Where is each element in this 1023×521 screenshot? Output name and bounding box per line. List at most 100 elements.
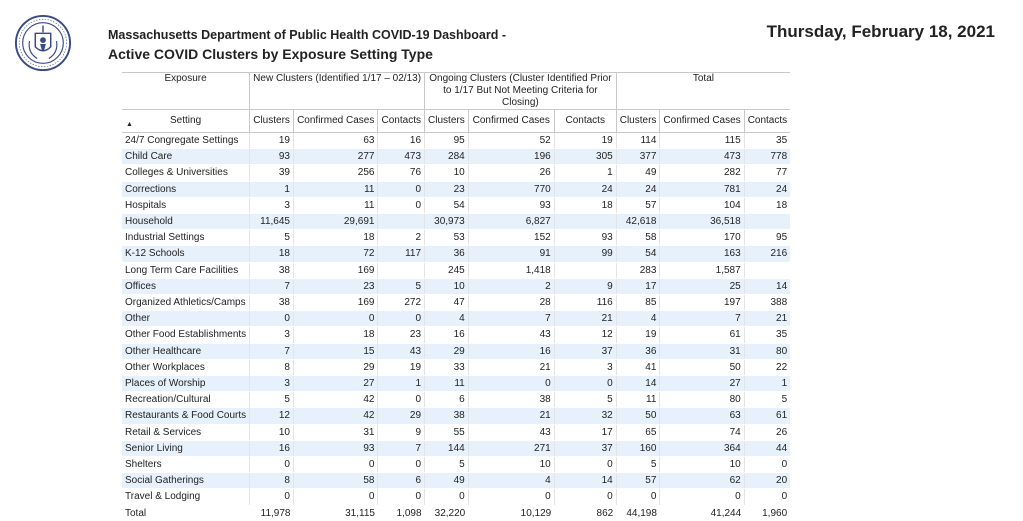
table-row[interactable]: Household 11,645 29,691 30,973 6,827 42,618 36… — [122, 213, 791, 231]
table-row[interactable]: Organized Athletics/Camps 38 169 272 47 28 116… — [122, 294, 791, 312]
table-cell: 7 — [249, 278, 294, 296]
table-cell: 77 — [743, 164, 791, 182]
table-cell: 16 — [377, 132, 425, 150]
table-cell: 8 — [249, 359, 294, 377]
table-cell: 781 — [659, 181, 745, 198]
table-row[interactable]: Child Care 93 277 473 284 196 305 377 473 778 — [122, 148, 791, 166]
table-cell: 41 — [615, 359, 660, 377]
column-header-setting[interactable]: Setting ▲ — [122, 109, 250, 133]
setting-name-cell: 24/7 Congregate Settings — [122, 132, 250, 150]
table-cell: 28 — [467, 294, 555, 312]
table-cell: 72 — [292, 245, 378, 263]
table-row[interactable]: 24/7 Congregate Settings 19 63 16 95 52 19 114 1… — [122, 132, 791, 150]
total-cell: Total — [122, 504, 250, 521]
table-cell — [743, 213, 791, 231]
table-cell: 43 — [377, 343, 425, 360]
total-cell: 32,220 — [424, 504, 469, 521]
setting-name-cell: Corrections — [122, 181, 250, 198]
table-row[interactable]: Industrial Settings 5 18 2 53 152 93 58 170 95 — [122, 229, 791, 247]
column-header-ongoing-clusters[interactable]: Clusters — [424, 109, 469, 133]
column-header-total-confirmed-cases[interactable]: Confirmed Cases — [659, 109, 745, 133]
table-row[interactable]: Social Gatherings 8 58 6 49 4 14 57 62 20 — [122, 472, 791, 490]
table-cell: 0 — [467, 488, 555, 506]
table-cell: 8 — [249, 472, 294, 490]
table-row[interactable]: Colleges & Universities 39 256 76 10 26 1 49 282… — [122, 164, 791, 182]
setting-name-cell: Senior Living — [122, 440, 250, 458]
table-cell: 152 — [467, 229, 555, 247]
table-row[interactable]: Other Healthcare 7 15 43 29 16 37 36 31 80 — [122, 343, 791, 360]
table-cell: 57 — [615, 472, 660, 490]
table-cell: 0 — [424, 488, 469, 506]
column-header-ongoing-contacts[interactable]: Contacts — [553, 109, 617, 133]
table-cell: 27 — [292, 375, 378, 393]
table-cell: 32 — [553, 407, 617, 425]
table-cell: 364 — [659, 440, 745, 458]
table-cell: 23 — [292, 278, 378, 296]
table-row[interactable]: Corrections 1 11 0 23 770 24 24 781 24 — [122, 181, 791, 198]
table-cell: 0 — [553, 488, 617, 506]
table-cell: 38 — [249, 294, 294, 312]
table-cell: 16 — [467, 343, 555, 360]
table-cell: 0 — [377, 391, 425, 409]
table-cell: 283 — [615, 262, 660, 279]
table-row[interactable]: K-12 Schools 18 72 117 36 91 99 54 163 216 — [122, 245, 791, 263]
table-cell: 16 — [424, 326, 469, 344]
table-cell: 21 — [743, 310, 791, 328]
setting-name-cell: Industrial Settings — [122, 229, 250, 247]
table-row[interactable]: Hospitals 3 11 0 54 93 18 57 104 18 — [122, 197, 791, 215]
table-cell: 91 — [467, 245, 555, 263]
table-row[interactable]: Other Workplaces 8 29 19 33 21 3 41 50 22 — [122, 359, 791, 377]
table-row[interactable]: Other 0 0 0 4 7 21 4 7 21 — [122, 310, 791, 328]
table-cell: 5 — [249, 229, 294, 247]
table-cell: 0 — [553, 456, 617, 474]
table-cell: 5 — [377, 278, 425, 296]
table-cell: 18 — [553, 197, 617, 215]
table-cell: 11 — [424, 375, 469, 393]
table-cell: 54 — [424, 197, 469, 215]
group-header-new-clusters: New Clusters (Identified 1/17 – 02/13) — [249, 72, 425, 110]
table-cell: 7 — [659, 310, 745, 328]
table-cell: 62 — [659, 472, 745, 490]
column-header-label: Setting — [170, 115, 202, 127]
column-header-total-clusters[interactable]: Clusters — [615, 109, 660, 133]
table-cell: 17 — [553, 424, 617, 441]
table-cell: 169 — [292, 294, 378, 312]
column-header-new-clusters[interactable]: Clusters — [249, 109, 294, 133]
table-cell: 0 — [249, 310, 294, 328]
column-header-new-confirmed-cases[interactable]: Confirmed Cases — [292, 109, 378, 133]
total-cell: 862 — [554, 504, 617, 521]
total-cell: 44,198 — [616, 504, 660, 521]
table-cell: 43 — [467, 424, 555, 441]
table-row[interactable]: Offices 7 23 5 10 2 9 17 25 14 — [122, 278, 791, 296]
table-cell: 163 — [659, 245, 745, 263]
table-row[interactable]: Senior Living 16 93 7 144 271 37 160 364 44 — [122, 440, 791, 458]
table-cell: 42 — [292, 391, 378, 409]
table-row[interactable]: Restaurants & Food Courts 12 42 29 38 21 32 50 6… — [122, 407, 791, 425]
table-cell: 22 — [743, 359, 791, 377]
column-header-new-contacts[interactable]: Contacts — [377, 109, 425, 133]
table-cell: 14 — [743, 278, 791, 296]
table-row[interactable]: Recreation/Cultural 5 42 0 6 38 5 11 80 5 — [122, 391, 791, 409]
table-row[interactable]: Travel & Lodging 0 0 0 0 0 0 0 0 0 — [122, 488, 791, 506]
table-cell: 272 — [377, 294, 425, 312]
table-cell: 44 — [743, 440, 791, 458]
column-header-row: Setting ▲ Clusters Confirmed Cases Contac… — [122, 109, 791, 133]
sort-ascending-icon[interactable]: ▲ — [126, 117, 133, 132]
table-cell: 26 — [467, 164, 555, 182]
table-cell: 3 — [553, 359, 617, 377]
column-header-ongoing-confirmed-cases[interactable]: Confirmed Cases — [467, 109, 555, 133]
total-cell: 1,960 — [744, 504, 791, 521]
table-row[interactable]: Shelters 0 0 0 5 10 0 5 10 0 — [122, 456, 791, 474]
table-row[interactable]: Retail & Services 10 31 9 55 43 17 65 74 26 — [122, 424, 791, 441]
massachusetts-seal-icon — [14, 14, 72, 72]
table-cell: 0 — [377, 310, 425, 328]
table-row[interactable]: Other Food Establishments 3 18 23 16 43 12 19 61… — [122, 326, 791, 344]
setting-name-cell: Recreation/Cultural — [122, 391, 250, 409]
table-row[interactable]: Places of Worship 3 27 1 11 0 0 14 27 1 — [122, 375, 791, 393]
table-cell: 388 — [743, 294, 791, 312]
table-row[interactable]: Long Term Care Facilities 38 169 245 1,418 28… — [122, 262, 791, 279]
column-header-total-contacts[interactable]: Contacts — [743, 109, 791, 133]
total-cell: 10,129 — [468, 504, 555, 521]
table-cell: 49 — [424, 472, 469, 490]
table-cell: 778 — [743, 148, 791, 166]
